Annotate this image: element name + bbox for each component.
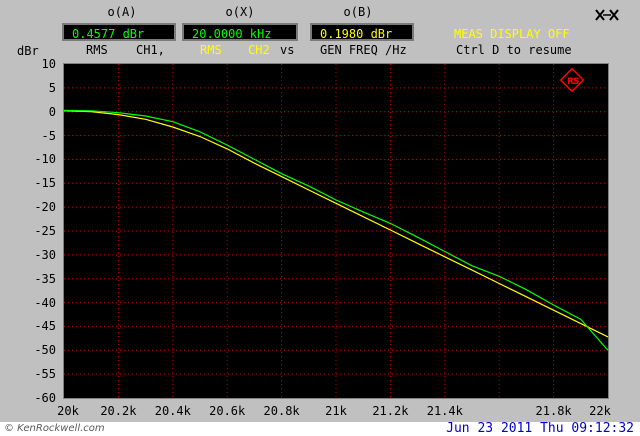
x-tick-label: 21.4k	[426, 404, 463, 418]
y-tick-label: -50	[34, 343, 56, 358]
y-tick-label: 5	[48, 80, 56, 95]
x-tick-label: 20k	[57, 404, 79, 418]
y-tick-label: -35	[34, 271, 56, 286]
infinity-icon[interactable]	[592, 8, 622, 22]
y-tick-label: -25	[34, 224, 56, 238]
y-tick-label: -45	[34, 319, 56, 334]
x-tick-label: 21.8k	[535, 404, 572, 418]
x-tick-label: 20.8k	[263, 404, 300, 418]
x-tick-label: 20.6k	[209, 404, 246, 418]
x-tick-label: 22k	[589, 404, 611, 418]
ch1-label: CH1,	[136, 43, 165, 57]
x-tick-label: 20.4k	[154, 404, 191, 418]
readout-b-label: o(B)	[343, 5, 373, 19]
vs-label: vs	[280, 43, 295, 57]
x-tick-label: 21k	[325, 404, 347, 418]
y-tick-label: -5	[41, 128, 56, 143]
readout-x-value[interactable]: 20.0000 kHz	[182, 23, 298, 41]
x-tick-label: 21.2k	[372, 404, 409, 418]
ch2-label: CH2	[248, 43, 270, 57]
y-tick-label: -30	[34, 247, 56, 262]
datetime-stamp: Jun 23 2011 Thu 09:12:32	[446, 421, 634, 436]
y-tick-label: 0	[48, 104, 56, 119]
watermark: © KenRockwell.com	[4, 423, 105, 434]
readout-x-label: o(X)	[225, 5, 255, 19]
y-axis-unit: dBr	[17, 44, 39, 58]
x-tick-label: 20.2k	[100, 404, 137, 418]
readout-b-value[interactable]: 0.1980 dBr	[310, 23, 414, 41]
gen-freq-label: GEN FREQ /Hz	[320, 43, 407, 57]
readout-a-value[interactable]: 0.4577 dBr	[62, 23, 176, 41]
svg-text:S: S	[573, 77, 579, 87]
y-tick-label: -40	[34, 295, 56, 310]
meas-display-off-status: MEAS DISPLAY OFF	[454, 27, 570, 41]
y-tick-label: 10	[41, 57, 56, 71]
y-tick-label: -15	[34, 176, 56, 191]
rms-label-2: RMS	[200, 43, 222, 57]
plot-area[interactable]: R S	[64, 64, 608, 398]
rms-label-1: RMS	[86, 43, 108, 57]
y-tick-label: -60	[34, 391, 56, 405]
ctrl-d-hint: Ctrl D to resume	[456, 43, 572, 57]
y-tick-label: -10	[34, 152, 56, 167]
y-tick-label: -55	[34, 367, 56, 382]
y-tick-label: -20	[34, 200, 56, 215]
readout-a-label: o(A)	[107, 5, 137, 19]
